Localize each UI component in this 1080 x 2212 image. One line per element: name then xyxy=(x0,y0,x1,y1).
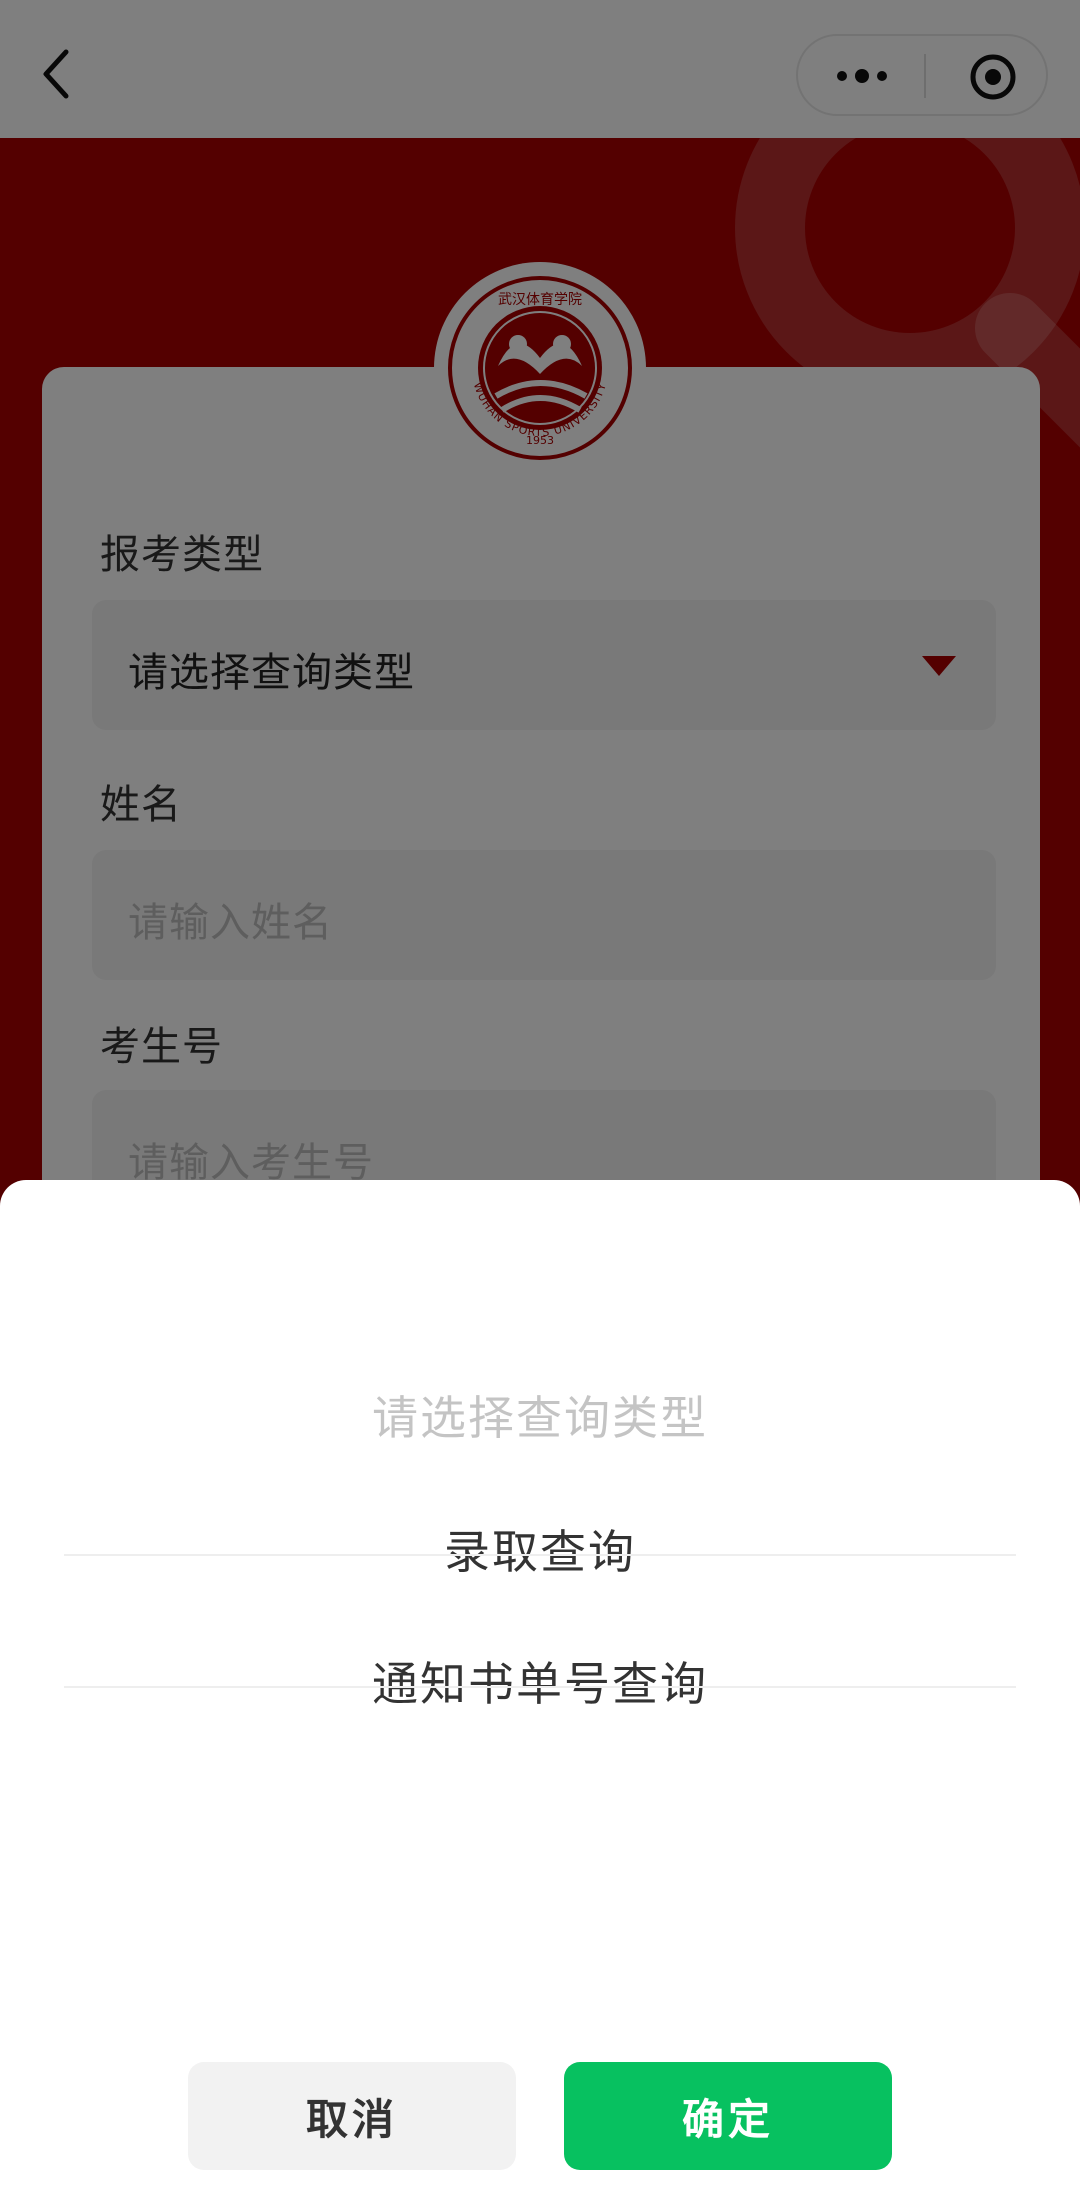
cancel-button[interactable]: 取消 xyxy=(188,2062,516,2170)
picker-option-notice-number[interactable]: 通知书单号查询 xyxy=(0,1648,1080,1714)
picker-sheet: 请选择查询类型 录取查询 通知书单号查询 取消 确定 xyxy=(0,1180,1080,2212)
picker-option-admission[interactable]: 录取查询 xyxy=(0,1516,1080,1582)
picker-option-placeholder[interactable]: 请选择查询类型 xyxy=(0,1382,1080,1448)
picker-indicator-top xyxy=(64,1554,1016,1556)
confirm-button[interactable]: 确定 xyxy=(564,2062,892,2170)
picker-indicator-bottom xyxy=(64,1686,1016,1688)
